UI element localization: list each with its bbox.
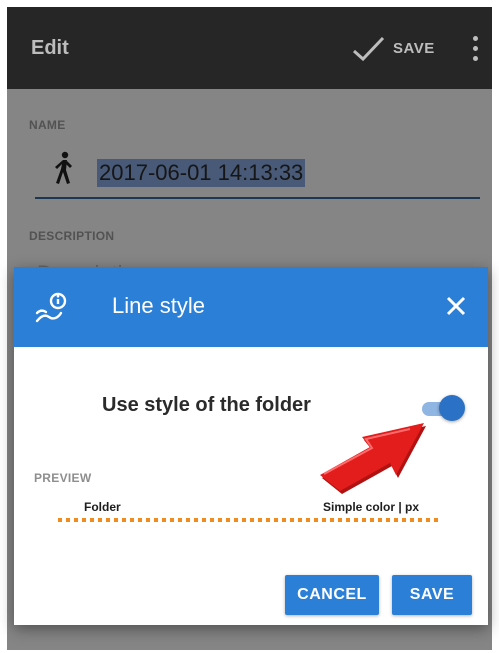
more-vert-icon[interactable]	[469, 33, 481, 69]
cancel-button[interactable]: CANCEL	[285, 575, 379, 615]
preview-style-label: Simple color | px	[323, 500, 420, 514]
route-info-icon	[35, 292, 67, 323]
dialog-header: Line style	[14, 267, 488, 347]
line-style-dialog: Line style Use style of the folder PREVI…	[14, 267, 488, 625]
close-icon[interactable]	[442, 292, 470, 320]
toggle-thumb	[439, 395, 465, 421]
save-button[interactable]: SAVE	[392, 575, 472, 615]
red-arrow-pointer-icon	[320, 423, 426, 494]
use-folder-style-label: Use style of the folder	[102, 394, 311, 416]
preview-folder-label: Folder	[84, 500, 121, 514]
preview-line	[58, 518, 442, 522]
dialog-title: Line style	[112, 293, 205, 318]
check-icon[interactable]	[351, 35, 387, 63]
toolbar-save-button[interactable]: SAVE	[393, 40, 435, 57]
toolbar: Edit SAVE	[7, 7, 492, 89]
toolbar-title: Edit	[31, 37, 69, 59]
preview-label: PREVIEW	[34, 471, 92, 485]
